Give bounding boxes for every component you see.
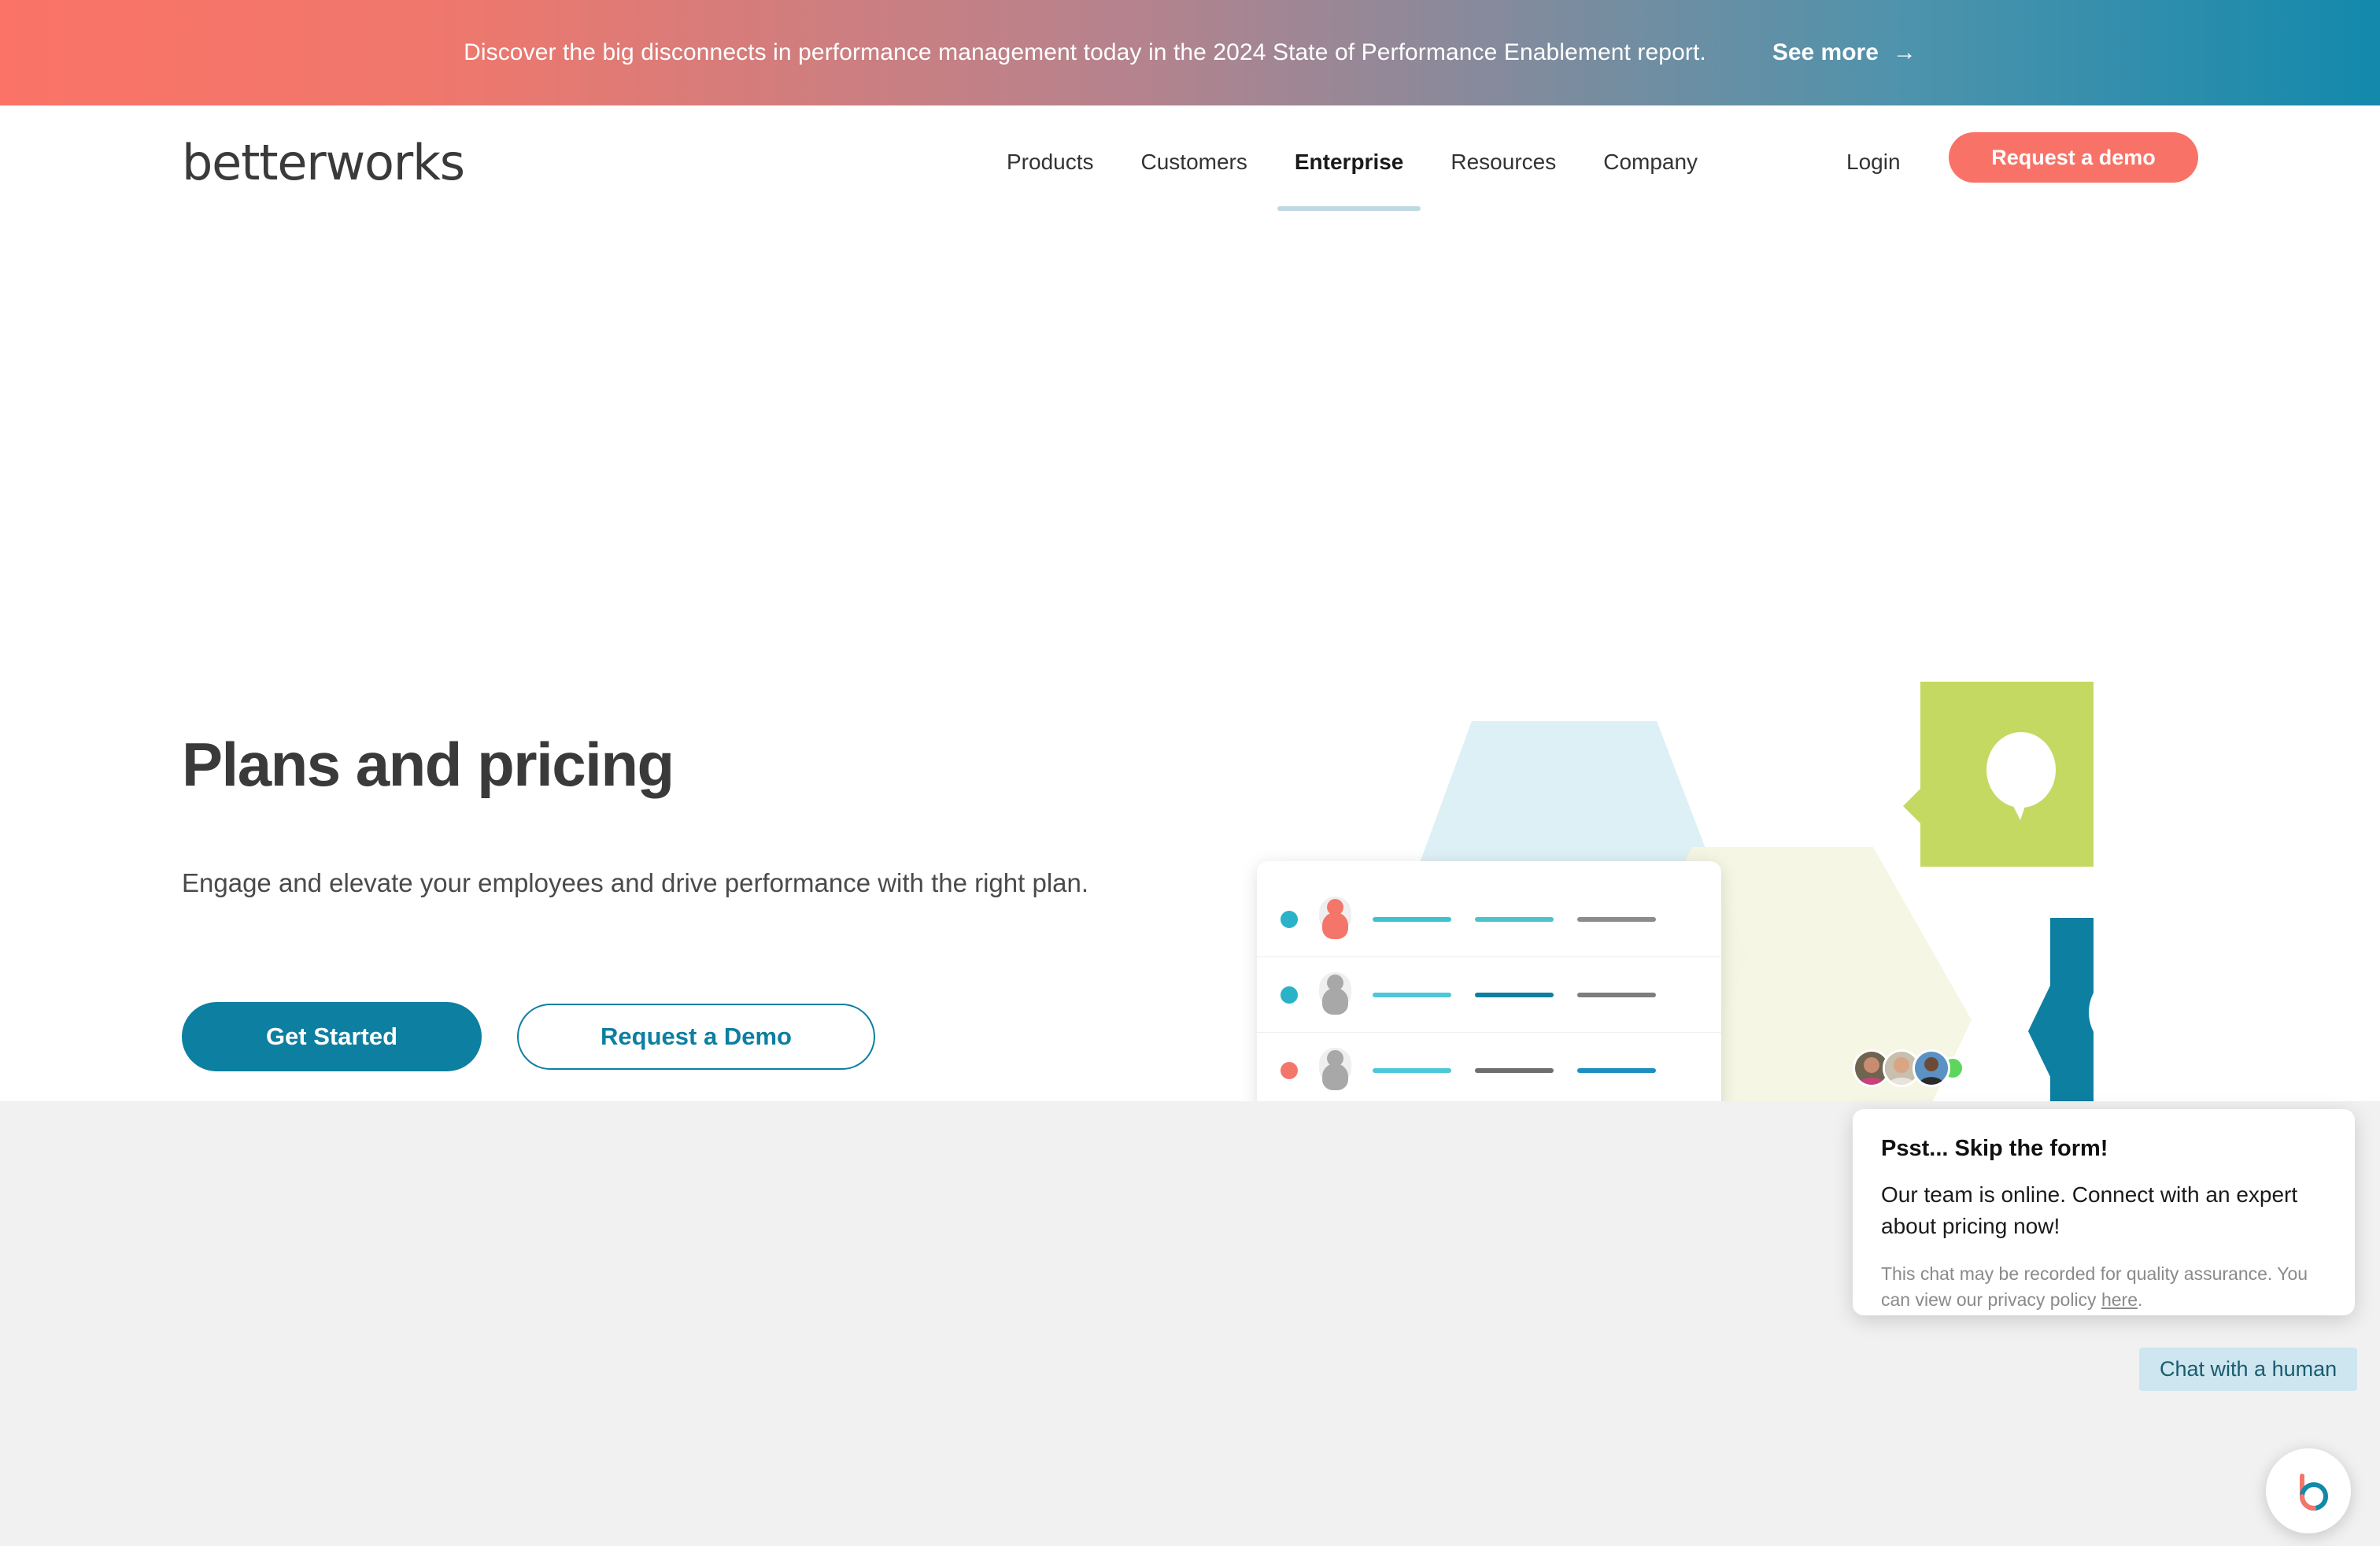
site-header: betterworks Products Customers Enterpris… (0, 105, 2380, 225)
nav-item-company[interactable]: Company (1580, 150, 1721, 175)
status-dot (1281, 910, 1298, 928)
request-demo-outline-button[interactable]: Request a Demo (517, 1004, 875, 1070)
chat-card-title: Psst... Skip the form! (1881, 1136, 2108, 1161)
announcement-banner: Discover the big disconnects in performa… (0, 0, 2380, 105)
table-row (1257, 957, 1721, 1033)
row-bars (1373, 916, 1656, 922)
status-dot (1281, 986, 1298, 1004)
fine-print-before: This chat may be recorded for quality as… (1881, 1263, 2308, 1310)
nav-item-resources[interactable]: Resources (1427, 150, 1580, 175)
avatar (1318, 971, 1352, 1015)
nav-item-customers[interactable]: Customers (1118, 150, 1271, 175)
chat-agent-avatars (1853, 1049, 1964, 1087)
status-dot (1281, 1061, 1298, 1079)
chat-launcher-button[interactable] (2266, 1448, 2351, 1533)
fine-print-after: . (2138, 1289, 2143, 1310)
avatar (1318, 1047, 1352, 1091)
request-demo-button[interactable]: Request a demo (1949, 132, 2198, 183)
speech-card-green (1903, 682, 2094, 867)
row-bars (1373, 992, 1656, 997)
betterworks-b-icon (2299, 1474, 2328, 1511)
chat-with-human-button[interactable]: Chat with a human (2139, 1348, 2358, 1391)
row-bars (1373, 1067, 1656, 1073)
see-more-label: See more (1772, 39, 1879, 65)
hero-section: Plans and pricing Engage and elevate you… (0, 225, 2380, 1101)
table-row (1257, 1033, 1721, 1101)
avatar (1913, 1049, 1950, 1087)
nav-item-enterprise[interactable]: Enterprise (1271, 150, 1428, 211)
main-navigation: Products Customers Enterprise Resources … (983, 150, 1721, 211)
chat-card-fine-print: This chat may be recorded for quality as… (1881, 1261, 2326, 1314)
get-started-button[interactable]: Get Started (182, 1002, 482, 1071)
avatar (1318, 896, 1352, 940)
betterworks-logo[interactable]: betterworks (182, 134, 465, 191)
table-row (1257, 882, 1721, 957)
nav-item-products[interactable]: Products (983, 150, 1118, 175)
chat-card-body: Our team is online. Connect with an expe… (1881, 1182, 2298, 1238)
login-link[interactable]: Login (1846, 150, 1901, 175)
hero-cta-group: Get Started Request a Demo (182, 1002, 875, 1071)
privacy-policy-link[interactable]: here (2101, 1289, 2138, 1310)
arrow-right-icon: → (1892, 39, 1916, 65)
illustration-list-card (1257, 861, 1721, 1101)
announcement-text: Discover the big disconnects in performa… (464, 39, 1706, 65)
hero-subtitle: Engage and elevate your employees and dr… (182, 868, 1089, 897)
chat-invitation-card[interactable]: Psst... Skip the form! Our team is onlin… (1853, 1109, 2355, 1315)
see-more-link[interactable]: See more → (1772, 39, 1916, 66)
page-title: Plans and pricing (182, 730, 674, 799)
speech-card-teal (2028, 918, 2094, 1101)
